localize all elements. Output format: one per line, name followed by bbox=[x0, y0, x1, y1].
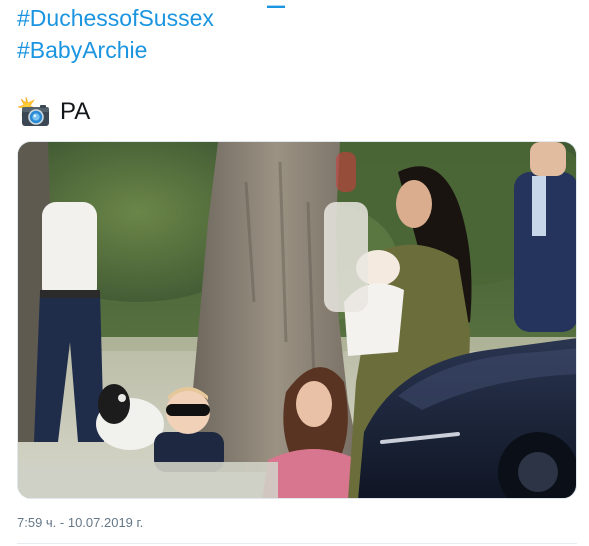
photo-scene bbox=[18, 142, 576, 498]
tweet-timestamp[interactable]: 7:59 ч. - 10.07.2019 г. bbox=[17, 514, 143, 532]
tweet-photo[interactable] bbox=[17, 141, 577, 499]
hashtag-duchessofsussex[interactable]: #DuchessofSussex bbox=[17, 4, 214, 32]
photo-credit: PA bbox=[16, 96, 91, 127]
camera-with-flash-icon bbox=[16, 96, 50, 127]
divider bbox=[17, 543, 577, 544]
hashtag-babyarchie[interactable]: #BabyArchie bbox=[17, 36, 147, 64]
photo-credit-text: PA bbox=[60, 98, 91, 125]
tweet: #DuchessofSussex #BabyArchie PA 7:59 ч. … bbox=[0, 0, 589, 546]
